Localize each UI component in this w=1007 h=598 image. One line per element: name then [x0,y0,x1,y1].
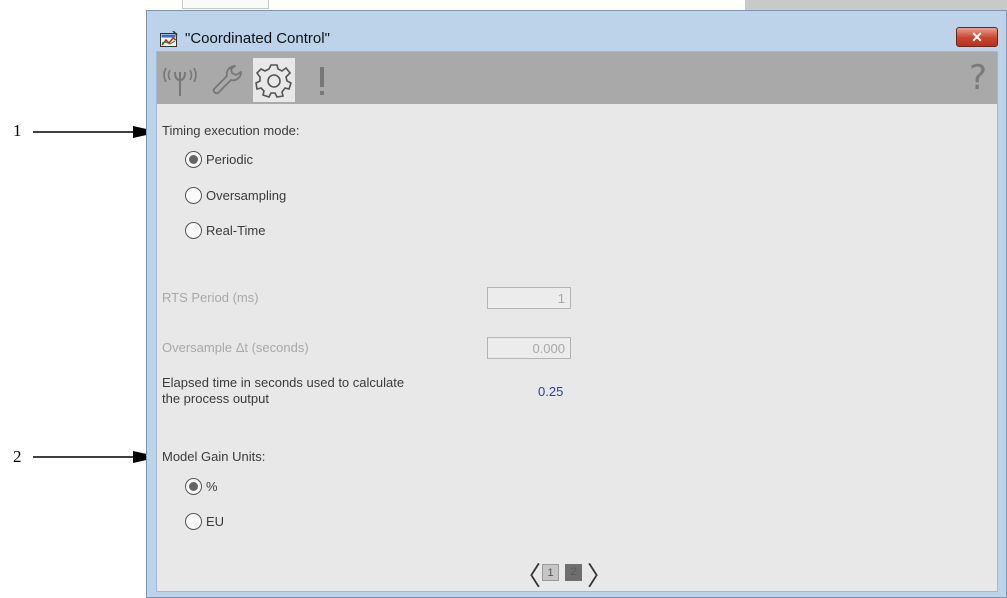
rts-period-field: 1 [487,287,571,309]
radio-button[interactable] [185,150,202,168]
radio-label: Oversampling [206,187,287,203]
tab-engineering[interactable] [253,58,295,102]
page-2-button[interactable]: 2 [565,564,582,581]
radio-percent[interactable]: % [185,476,218,496]
elapsed-time-value: 0.25 [538,384,564,399]
radio-label: EU [206,513,225,529]
radio-real-time[interactable]: Real-Time [185,220,265,240]
tab-alarms[interactable] [301,58,343,102]
background-window-edge [745,0,1007,10]
window-title: "Coordinated Control" [185,30,330,47]
background-window-edge [182,0,269,9]
next-page-button[interactable]: 〉 [587,556,613,591]
help-icon[interactable]: ? [969,58,987,98]
close-button[interactable]: ✕ [956,27,998,47]
title-bar: "Coordinated Control" ✕ [147,11,1006,51]
radio-label: Real-Time [206,222,266,238]
tab-maintenance[interactable] [205,58,247,102]
radio-button[interactable] [185,512,202,530]
radio-eu[interactable]: EU [185,511,224,531]
page-navigator: 〈 1 2 〉 [515,556,635,591]
radio-button[interactable] [185,221,202,239]
app-faceplate-icon [160,31,178,47]
callout-arrow [33,451,160,463]
radio-label: % [206,478,218,494]
signal-icon [163,67,197,96]
tab-operator[interactable] [159,58,201,102]
elapsed-time-label-line1: Elapsed time in seconds used to calculat… [162,375,405,390]
callout-arrow [33,126,160,138]
model-gain-units-heading: Model Gain Units: [162,449,266,464]
timing-mode-heading: Timing execution mode: [162,123,300,138]
radio-button[interactable] [185,477,202,495]
oversample-dt-label: Oversample Δt (seconds) [162,340,309,355]
elapsed-time-label-line2: the process output [162,391,269,406]
alarm-exclamation-icon [320,67,324,95]
callout-number: 2 [13,447,22,466]
wrench-icon [212,65,242,95]
oversample-dt-field: 0.000 [487,337,571,359]
radio-label: Periodic [206,151,253,167]
callout-number: 1 [13,121,22,140]
rts-period-label: RTS Period (ms) [162,290,259,305]
radio-button[interactable] [185,186,202,204]
faceplate-toolbar: ? [157,52,997,104]
faceplate-content: ? Timing execution mode: Periodic Oversa… [156,51,998,592]
previous-page-button[interactable]: 〈 [515,556,541,591]
radio-oversampling[interactable]: Oversampling [185,185,286,205]
page-1-button[interactable]: 1 [542,564,559,581]
faceplate-window: "Coordinated Control" ✕ ? Timing executi… [146,10,1007,598]
gear-icon [255,64,292,98]
radio-periodic[interactable]: Periodic [185,149,253,169]
